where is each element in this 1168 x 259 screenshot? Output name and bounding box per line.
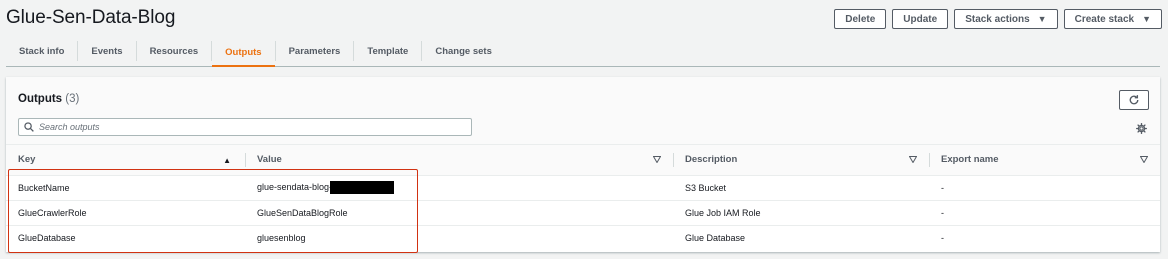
sort-icon <box>908 155 918 166</box>
update-button[interactable]: Update <box>892 9 949 29</box>
outputs-title: Outputs <box>18 93 63 105</box>
tab-resources[interactable]: Resources <box>137 41 213 61</box>
outputs-panel: Outputs (3) Search outputs Key ▲ Value D… <box>6 77 1160 252</box>
outputs-heading: Outputs (3) <box>18 93 79 105</box>
stack-actions-button[interactable]: Stack actions ▼ <box>954 9 1058 29</box>
refresh-button[interactable] <box>1119 90 1149 110</box>
stack-actions-bar: Delete Update Stack actions ▼ Create stac… <box>834 9 1162 29</box>
table-header-row: Key ▲ Value Description Export name <box>6 145 1160 176</box>
output-key: GlueDatabase <box>18 232 76 243</box>
tab-template[interactable]: Template <box>354 41 423 61</box>
outputs-panel-header: Outputs (3) <box>6 77 1160 145</box>
settings-gear-icon[interactable] <box>1134 121 1148 135</box>
output-description: Glue Database <box>685 232 746 243</box>
search-outputs-field[interactable] <box>18 118 472 136</box>
output-value: glue-sendata-blog- <box>245 175 673 201</box>
caret-down-icon: ▼ <box>1037 14 1047 24</box>
tab-outputs[interactable]: Outputs <box>212 38 276 67</box>
tab-change-sets[interactable]: Change sets <box>422 41 505 61</box>
create-stack-button[interactable]: Create stack ▼ <box>1063 9 1162 29</box>
stack-actions-label: Stack actions <box>965 13 1030 25</box>
create-stack-label: Create stack <box>1074 13 1135 25</box>
outputs-table: Key ▲ Value Description Export name Bucke… <box>6 145 1160 250</box>
table-row: GlueCrawlerRole GlueSenDataBlogRole Glue… <box>6 200 1160 226</box>
output-key: GlueCrawlerRole <box>6 200 245 226</box>
output-description: Glue Job IAM Role <box>673 200 929 226</box>
output-value: GlueSenDataBlogRole <box>245 200 673 226</box>
sort-icon <box>1139 155 1149 166</box>
search-icon <box>19 119 39 135</box>
output-value-text: glue-sendata-blog- <box>257 181 333 192</box>
column-header-export-name[interactable]: Export name <box>929 145 1160 176</box>
output-export-name: - <box>941 232 944 243</box>
output-export-name: - <box>929 200 1160 226</box>
output-key: BucketName <box>6 175 245 201</box>
column-header-key[interactable]: Key ▲ <box>6 145 245 176</box>
update-label: Update <box>903 13 938 25</box>
output-description: S3 Bucket <box>673 175 929 201</box>
column-value-label: Value <box>257 154 282 166</box>
column-key-label: Key <box>18 154 36 166</box>
tab-events[interactable]: Events <box>78 41 137 61</box>
stack-tabs: Stack info Events Resources Outputs Para… <box>6 39 1160 67</box>
column-header-value[interactable]: Value <box>245 145 673 176</box>
redaction-block <box>330 181 395 194</box>
page-title: Glue-Sen-Data-Blog <box>6 7 176 28</box>
search-outputs-input[interactable] <box>39 122 471 132</box>
delete-button[interactable]: Delete <box>834 9 887 29</box>
output-export-name: - <box>929 175 1160 201</box>
refresh-icon <box>1129 95 1139 105</box>
output-value: gluesenblog <box>257 232 306 243</box>
table-row: BucketName glue-sendata-blog- S3 Bucket … <box>6 175 1160 201</box>
outputs-count: (3) <box>65 93 80 105</box>
delete-label: Delete <box>845 13 876 25</box>
sort-icon <box>652 155 662 166</box>
sort-ascending-icon: ▲ <box>223 156 231 165</box>
column-header-description[interactable]: Description <box>673 145 929 176</box>
column-export-label: Export name <box>941 154 999 166</box>
table-row: GlueDatabase gluesenblog Glue Database - <box>6 225 1160 250</box>
tab-stack-info[interactable]: Stack info <box>6 41 79 61</box>
caret-down-icon: ▼ <box>1142 14 1151 24</box>
tab-parameters[interactable]: Parameters <box>274 41 355 61</box>
column-description-label: Description <box>685 154 738 166</box>
